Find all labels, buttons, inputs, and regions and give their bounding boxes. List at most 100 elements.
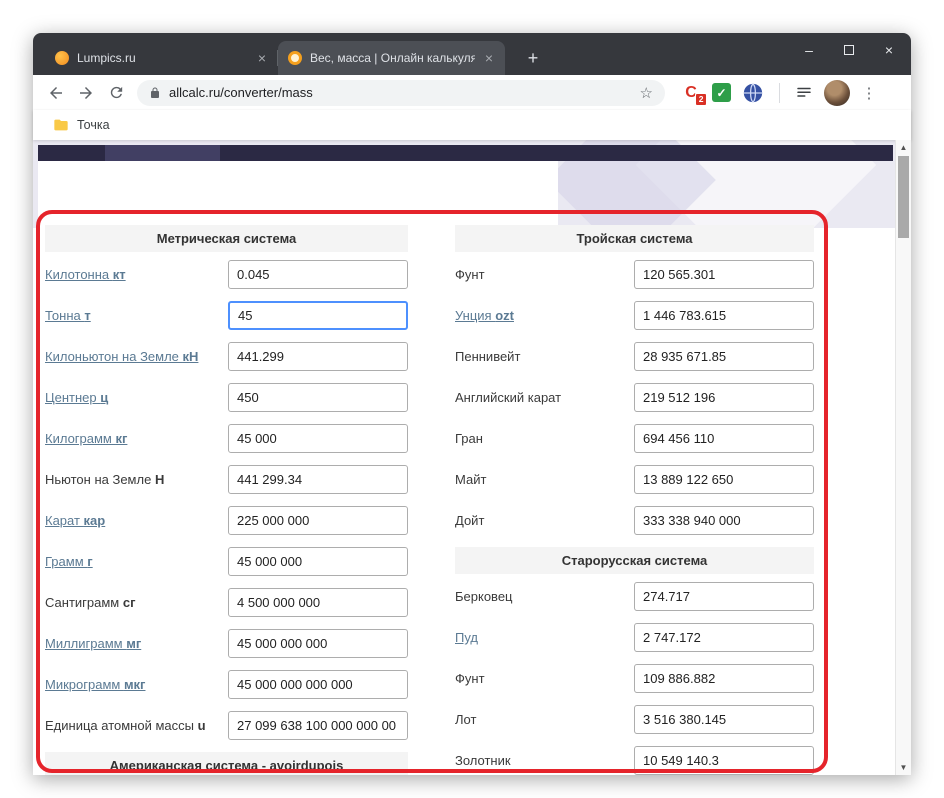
value-input[interactable]: [634, 623, 814, 652]
value-input[interactable]: [634, 301, 814, 330]
site-header-segment: [105, 145, 220, 161]
reading-list-icon[interactable]: [795, 84, 813, 102]
value-input[interactable]: [634, 746, 814, 775]
extension-area: C 2 ✓ ⋮: [681, 79, 877, 106]
unit-link[interactable]: Грамм г: [45, 554, 93, 569]
troy-oldrussian-column: Тройская система Фунт Унция ozt Пеннивейт Ан…: [455, 225, 814, 775]
converter-row: Центнер ц: [45, 383, 408, 412]
scroll-up-icon[interactable]: ▲: [896, 143, 911, 152]
maximize-icon: [844, 45, 854, 55]
section-title: Метрическая система: [45, 225, 408, 252]
tab-close-icon[interactable]: ×: [256, 51, 268, 65]
close-button[interactable]: ×: [869, 33, 909, 67]
unit-link[interactable]: Микрограмм мкг: [45, 677, 145, 692]
unit-label: Лот: [455, 712, 477, 727]
value-input[interactable]: [634, 705, 814, 734]
unit-label: Сантиграмм сг: [45, 595, 136, 610]
tab-strip: Lumpics.ru × Вес, масса | Онлайн калькул…: [45, 41, 505, 75]
unit-label: Фунт: [455, 267, 485, 282]
unit-link[interactable]: Килограмм кг: [45, 431, 127, 446]
scrollbar-thumb[interactable]: [898, 156, 909, 238]
maximize-button[interactable]: [829, 33, 869, 67]
page-scrollbar[interactable]: ▲ ▼: [895, 140, 911, 775]
value-input[interactable]: [228, 301, 408, 330]
tab-mass-converter[interactable]: Вес, масса | Онлайн калькулято ×: [278, 41, 505, 75]
section-title: Старорусская система: [455, 547, 814, 574]
bookmark-star-icon[interactable]: ☆: [640, 84, 653, 102]
value-input[interactable]: [228, 260, 408, 289]
converter-row: Миллиграмм мг: [45, 629, 408, 658]
value-input[interactable]: [228, 711, 408, 740]
extension-badge: 2: [695, 92, 707, 106]
value-input[interactable]: [634, 424, 814, 453]
converter-row: Английский карат: [455, 383, 814, 412]
address-bar[interactable]: allcalc.ru/converter/mass ☆: [137, 79, 665, 106]
section-title: Тройская система: [455, 225, 814, 252]
converter-row: Килограмм кг: [45, 424, 408, 453]
globe-extension-icon[interactable]: [742, 82, 764, 104]
converter-row: Фунт: [455, 664, 814, 693]
unit-link[interactable]: Тонна т: [45, 308, 91, 323]
unit-label: Английский карат: [455, 390, 562, 405]
value-input[interactable]: [634, 465, 814, 494]
converter-row: Берковец: [455, 582, 814, 611]
value-input[interactable]: [634, 664, 814, 693]
converter-row: Пуд: [455, 623, 814, 652]
tab-close-icon[interactable]: ×: [483, 51, 495, 65]
value-input[interactable]: [634, 260, 814, 289]
converter-row: Майт: [455, 465, 814, 494]
converter-row: Тонна т: [45, 301, 408, 330]
bookmark-tochka[interactable]: Точка: [77, 118, 110, 132]
profile-avatar[interactable]: [824, 79, 850, 106]
window-controls: – ×: [789, 33, 909, 67]
extension-check-icon[interactable]: ✓: [712, 83, 731, 102]
value-input[interactable]: [228, 383, 408, 412]
unit-link[interactable]: Карат кар: [45, 513, 105, 528]
new-tab-button[interactable]: +: [519, 44, 547, 72]
unit-link[interactable]: Центнер ц: [45, 390, 108, 405]
menu-kebab-icon[interactable]: ⋮: [861, 84, 877, 102]
unit-link[interactable]: Пуд: [455, 630, 478, 645]
lumpics-favicon-icon: [55, 51, 69, 65]
unit-link[interactable]: Килоньютон на Земле кН: [45, 349, 198, 364]
refresh-button[interactable]: [101, 78, 131, 108]
forward-button[interactable]: [71, 78, 101, 108]
converter-row: Фунт: [455, 260, 814, 289]
back-button[interactable]: [41, 78, 71, 108]
value-input[interactable]: [228, 424, 408, 453]
value-input[interactable]: [228, 670, 408, 699]
scroll-down-icon[interactable]: ▼: [896, 763, 911, 772]
unit-label: Золотник: [455, 753, 511, 768]
minimize-button[interactable]: –: [789, 33, 829, 67]
value-input[interactable]: [634, 506, 814, 535]
converter-row: Золотник: [455, 746, 814, 775]
value-input[interactable]: [228, 465, 408, 494]
unit-link[interactable]: Килотонна кт: [45, 267, 126, 282]
tab-lumpics[interactable]: Lumpics.ru ×: [45, 41, 278, 75]
unit-label: Майт: [455, 472, 487, 487]
tab-title: Lumpics.ru: [77, 51, 136, 65]
page-content: Метрическая система Килотонна кт Тонна т Ки…: [33, 140, 911, 775]
value-input[interactable]: [228, 588, 408, 617]
value-input[interactable]: [634, 582, 814, 611]
converter-row: Килоньютон на Земле кН: [45, 342, 408, 371]
value-input[interactable]: [634, 342, 814, 371]
allcalc-favicon-icon: [288, 51, 302, 65]
value-input[interactable]: [228, 506, 408, 535]
unit-link[interactable]: Унция ozt: [455, 308, 514, 323]
converter-row: Грамм г: [45, 547, 408, 576]
unit-label: Пеннивейт: [455, 349, 521, 364]
value-input[interactable]: [228, 547, 408, 576]
converter-row: Гран: [455, 424, 814, 453]
value-input[interactable]: [228, 342, 408, 371]
forward-icon: [80, 86, 92, 99]
unit-link[interactable]: Миллиграмм мг: [45, 636, 141, 651]
converter-row: Пеннивейт: [455, 342, 814, 371]
unit-label: Дойт: [455, 513, 485, 528]
url-text[interactable]: allcalc.ru/converter/mass: [169, 85, 632, 100]
toolbar: allcalc.ru/converter/mass ☆ C 2 ✓ ⋮: [33, 75, 911, 110]
browser-window: Lumpics.ru × Вес, масса | Онлайн калькул…: [33, 33, 911, 775]
value-input[interactable]: [228, 629, 408, 658]
value-input[interactable]: [634, 383, 814, 412]
extension-c-icon[interactable]: C 2: [681, 84, 707, 106]
